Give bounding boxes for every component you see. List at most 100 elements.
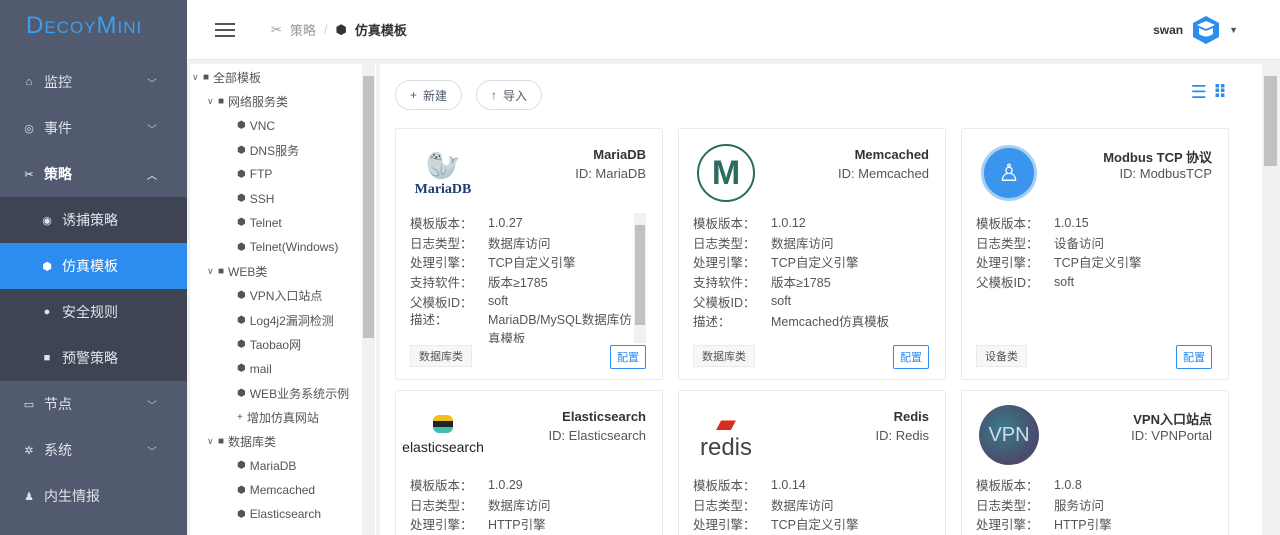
nav-system[interactable]: ✲ 系统 ﹀ [0, 427, 187, 473]
template-title: Memcached [854, 147, 929, 162]
tree-item[interactable]: ⬢ Elasticsearch [192, 502, 376, 526]
tree-item-label: VNC [249, 118, 276, 133]
tree-item[interactable]: ∨ ■ 数据库类 [192, 429, 376, 453]
cube-icon: ⬢ [237, 460, 246, 472]
chevron-down-icon[interactable]: ∨ [192, 72, 203, 83]
tree-item[interactable]: ∨ ■ 网络服务类 [192, 89, 376, 113]
prop-key: 父模板ID： [410, 295, 473, 310]
template-card[interactable]: elasticsearch Elasticsearch ID: Elasticsea… [395, 390, 663, 535]
tree-item[interactable]: ⬢ Telnet(Windows) [192, 235, 376, 259]
tree-item[interactable]: ⬢ Taobao网 [192, 332, 376, 356]
prop-key: 处理引擎： [976, 256, 1039, 271]
tree-item[interactable]: + 增加仿真网站 [192, 405, 376, 429]
chevron-down-icon: ﹀ [147, 400, 157, 412]
arrow-up-icon: ↑ [491, 88, 497, 102]
alarm-icon: ■ [43, 352, 51, 364]
prop-key: 日志类型： [976, 498, 1039, 513]
folder-icon: ■ [218, 266, 225, 278]
breadcrumb-policy[interactable]: 策略 [290, 20, 316, 39]
tree-item[interactable]: ∨ ■ WEB类 [192, 259, 376, 283]
tree-item-label: 网络服务类 [228, 94, 289, 109]
nav-alert-policy[interactable]: ■ 预警策略 [0, 335, 187, 381]
config-button[interactable]: 配置 [1176, 345, 1212, 369]
nav-monitor[interactable]: ⌂ 监控 ﹀ [0, 59, 187, 105]
template-card[interactable]: VPN VPN入口站点 ID: VPNPortal 模板版本： 1.0.8 日志类型： 服务… [961, 390, 1229, 535]
cube-icon: ⬢ [237, 290, 246, 302]
prop-key: 处理引擎： [410, 256, 473, 271]
nav-label: 事件 [44, 120, 72, 136]
template-card[interactable]: ▰ redis Redis ID: Redis 模板版本： 1.0.14 日志类型： 数据库访… [678, 390, 946, 535]
nav-sim-template[interactable]: ⬢ 仿真模板 [0, 243, 187, 289]
tree-item-label: VPN入口站点 [249, 289, 323, 304]
config-button[interactable]: 配置 [610, 345, 646, 369]
props-scrollbar[interactable] [634, 213, 646, 343]
cube-icon: ⬢ [237, 193, 246, 205]
template-card[interactable]: ♙ Modbus TCP 协议 ID: ModbusTCP 模板版本： 1.0.15 日志… [961, 128, 1229, 380]
template-logo: 🦭 MariaDB [414, 149, 472, 197]
nav-label: 系统 [44, 442, 72, 458]
nav-security-rules[interactable]: ● 安全规则 [0, 289, 187, 335]
tree-item[interactable]: ⬢ WEB业务系统示例 [192, 381, 376, 405]
chevron-up-icon: ︿ [147, 170, 157, 182]
nav-label: 诱捕策略 [62, 212, 118, 228]
avatar [1193, 15, 1220, 44]
new-label: 新建 [423, 88, 448, 103]
template-card[interactable]: M Memcached ID: Memcached 模板版本： 1.0.12 日志类型： 数… [678, 128, 946, 380]
tree-item-label: WEB业务系统示例 [249, 386, 350, 401]
prop-key: 模板版本： [976, 217, 1039, 232]
tree-item[interactable]: ⬢ mail [192, 357, 376, 381]
prop-value: TCP自定义引擎 [771, 256, 859, 271]
import-button[interactable]: ↑ 导入 [476, 80, 543, 110]
rule-icon: ● [43, 306, 51, 318]
nav-policy[interactable]: ✂ 策略 ︿ [0, 151, 187, 197]
nav-label: 仿真模板 [62, 258, 118, 274]
tree-item[interactable]: ⬢ DNS服务 [192, 138, 376, 162]
template-props: 模板版本： 1.0.8 日志类型： 服务访问 处理引擎： HTTP引擎 [976, 475, 1212, 535]
tree-item[interactable]: ⬢ MariaDB [192, 454, 376, 478]
list-view-icon[interactable]: ☰ [1191, 82, 1207, 103]
cube-icon: ⬢ [237, 241, 246, 253]
nav-trap-policy[interactable]: ◉ 诱捕策略 [0, 197, 187, 243]
user-icon: ♟ [24, 490, 34, 503]
template-tree: ∨ ■ 全部模板 ∨ ■ 网络服务类 ⬢ VNC ⬢ DNS服务 ⬢ FTP ⬢ SSH ⬢ Telnet ⬢ T… [190, 64, 376, 535]
user-menu[interactable]: swan ▼ [1153, 15, 1238, 45]
prop-key: 支持软件： [410, 276, 473, 291]
tree-item-label: SSH [249, 191, 275, 206]
nav-events[interactable]: ◎ 事件 ﹀ [0, 105, 187, 151]
tools-icon: ✂ [24, 168, 34, 181]
tree-item[interactable]: ⬢ VNC [192, 114, 376, 138]
tree-scrollbar[interactable] [362, 64, 375, 535]
tree-item[interactable]: ⬢ SSH [192, 186, 376, 210]
new-button[interactable]: + 新建 [395, 80, 463, 110]
prop-key: 支持软件： [693, 276, 756, 291]
grid-view-icon[interactable]: ⠿ [1213, 82, 1227, 103]
prop-value: 1.0.15 [1054, 215, 1089, 230]
prop-value: 设备访问 [1054, 236, 1105, 251]
tree-item[interactable]: ⬢ VPN入口站点 [192, 284, 376, 308]
home-icon: ⌂ [25, 76, 33, 88]
tree-item[interactable]: ∨ ■ 全部模板 [192, 65, 376, 89]
template-id: ID: Elasticsearch [548, 428, 646, 443]
prop-value: TCP自定义引擎 [488, 256, 576, 271]
template-title: Elasticsearch [562, 409, 646, 424]
config-button[interactable]: 配置 [893, 345, 929, 369]
cube-icon: ⬢ [335, 21, 347, 37]
category-tag: 数据库类 [410, 345, 472, 367]
nav-intel[interactable]: ♟ 内生情报 [0, 473, 187, 519]
menu-toggle-icon[interactable] [215, 19, 235, 41]
prop-value: soft [771, 294, 792, 309]
chevron-down-icon[interactable]: ∨ [207, 96, 218, 107]
tree-item-label: 数据库类 [228, 435, 277, 450]
template-id: ID: VPNPortal [1131, 428, 1212, 443]
tree-item[interactable]: ⬢ Memcached [192, 478, 376, 502]
prop-value: 数据库访问 [488, 498, 551, 513]
tree-item[interactable]: ⬢ FTP [192, 162, 376, 186]
nav-label: 监控 [44, 74, 72, 90]
template-card[interactable]: 🦭 MariaDB MariaDB ID: MariaDB 模板版本： 1.0.27 日志类… [395, 128, 663, 380]
chevron-down-icon[interactable]: ∨ [207, 436, 218, 447]
chevron-down-icon[interactable]: ∨ [207, 266, 218, 277]
tree-item[interactable]: ⬢ Telnet [192, 211, 376, 235]
nav-nodes[interactable]: ▭ 节点 ﹀ [0, 381, 187, 427]
page-scrollbar[interactable] [1263, 64, 1278, 535]
tree-item[interactable]: ⬢ Log4j2漏洞检测 [192, 308, 376, 332]
